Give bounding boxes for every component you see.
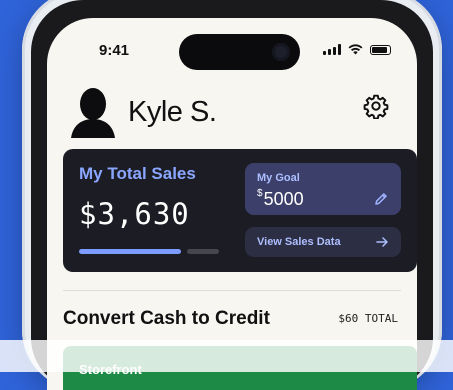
goal-amount: 5000 [263,189,304,209]
progress-fill [79,249,181,254]
phone-frame: 9:41 Kyle S. My Total Sales $3,630 My Go… [22,0,442,390]
sales-title: My Total Sales [79,164,196,183]
goal-box[interactable]: My Goal $5000 [245,163,401,215]
progress-remaining [186,249,219,254]
dynamic-island [179,34,300,70]
goal-currency: $ [257,188,263,199]
gear-icon[interactable] [363,93,389,119]
view-sales-data-label: View Sales Data [257,236,341,248]
cellular-signal-icon [323,44,341,55]
goal-value: $5000 [257,188,304,210]
sales-amount: $3,630 [79,197,190,231]
arrow-right-icon [376,237,388,247]
app-screen: 9:41 Kyle S. My Total Sales $3,630 My Go… [47,18,417,390]
phone-bezel: 9:41 Kyle S. My Total Sales $3,630 My Go… [31,0,433,390]
sales-progress-bar [79,249,219,254]
goal-label: My Goal [257,172,300,184]
section-divider [63,290,401,291]
status-icons [323,44,391,55]
view-sales-data-button[interactable]: View Sales Data [245,227,401,257]
avatar[interactable] [69,86,117,138]
total-sales-card: My Total Sales $3,630 My Goal $5000 View… [63,149,417,272]
convert-total: $60 TOTAL [338,312,398,325]
storefront-card[interactable]: Storefront [63,346,417,390]
camera-icon [272,43,290,61]
user-name: Kyle S. [128,95,217,128]
profile-header[interactable]: Kyle S. [69,86,217,138]
pencil-icon[interactable] [373,191,389,207]
storefront-label: Storefront [79,362,142,377]
wifi-icon [348,44,363,55]
battery-icon [370,44,391,55]
convert-title: Convert Cash to Credit [63,308,270,329]
status-time: 9:41 [99,42,130,59]
